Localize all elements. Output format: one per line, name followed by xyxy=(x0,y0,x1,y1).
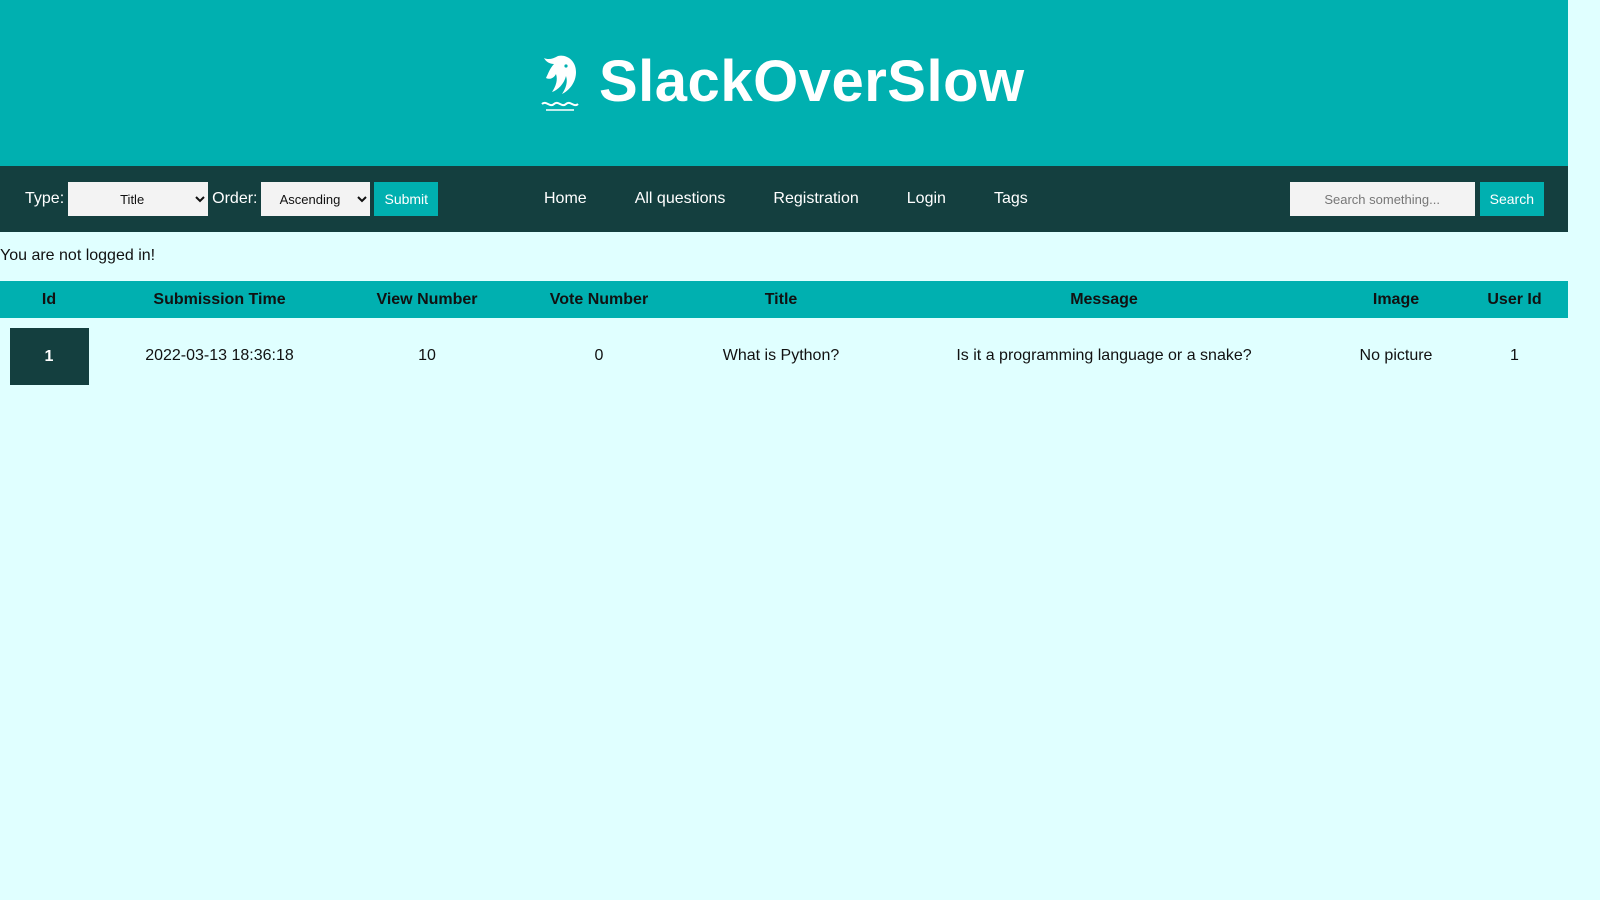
question-id-link[interactable]: 1 xyxy=(9,327,89,385)
cell-message: Is it a programming language or a snake? xyxy=(956,347,1252,364)
search-input[interactable] xyxy=(1289,182,1475,216)
submit-button[interactable]: Submit xyxy=(374,182,439,216)
cell-user-id: 1 xyxy=(1510,347,1519,364)
brand[interactable]: SlackOverSlow xyxy=(536,44,1025,120)
search-button[interactable]: Search xyxy=(1479,182,1544,216)
table-header-row: Id Submission Time View Number Vote Numb… xyxy=(0,281,1568,318)
table-row: 1 2022-03-13 18:36:18 10 0 What is Pytho… xyxy=(0,318,1568,394)
header-vote-number: Vote Number xyxy=(549,290,649,308)
cell-id: 1 xyxy=(0,318,98,394)
sort-form: Type: Title Order: Ascending Submit xyxy=(25,182,439,216)
main-nav: Home All questions Registration Login Ta… xyxy=(520,166,1052,232)
site-title: SlackOverSlow xyxy=(599,49,1025,114)
order-select[interactable]: Ascending xyxy=(261,182,371,216)
nav-home[interactable]: Home xyxy=(520,190,611,208)
header-id: Id xyxy=(41,290,57,308)
cell-title: What is Python? xyxy=(722,347,840,364)
site-header: SlackOverSlow xyxy=(0,0,1568,166)
header-submission-time: Submission Time xyxy=(153,290,286,308)
type-select[interactable]: Title xyxy=(68,182,209,216)
nav-login[interactable]: Login xyxy=(883,190,970,208)
type-label: Type: xyxy=(25,190,65,207)
nav-tags[interactable]: Tags xyxy=(970,190,1052,208)
login-status: You are not logged in! xyxy=(0,232,1568,266)
cell-vote-number: 0 xyxy=(594,347,604,364)
header-title: Title xyxy=(764,290,798,308)
header-image: Image xyxy=(1372,290,1420,308)
cell-submission-time: 2022-03-13 18:36:18 xyxy=(145,347,294,364)
order-label: Order: xyxy=(212,190,258,207)
cell-image: No picture xyxy=(1359,347,1433,364)
nav-all-questions[interactable]: All questions xyxy=(611,190,750,208)
dolphin-icon xyxy=(541,55,579,111)
search-form: Search xyxy=(1289,182,1544,216)
questions-table: Id Submission Time View Number Vote Numb… xyxy=(0,281,1568,394)
header-user-id: User Id xyxy=(1487,290,1542,308)
header-view-number: View Number xyxy=(376,290,478,308)
login-status-text: You are not logged in! xyxy=(0,247,156,264)
header-message: Message xyxy=(1070,290,1138,308)
navbar: Type: Title Order: Ascending Submit Home… xyxy=(0,166,1568,232)
cell-view-number: 10 xyxy=(418,347,436,364)
nav-registration[interactable]: Registration xyxy=(749,190,882,208)
